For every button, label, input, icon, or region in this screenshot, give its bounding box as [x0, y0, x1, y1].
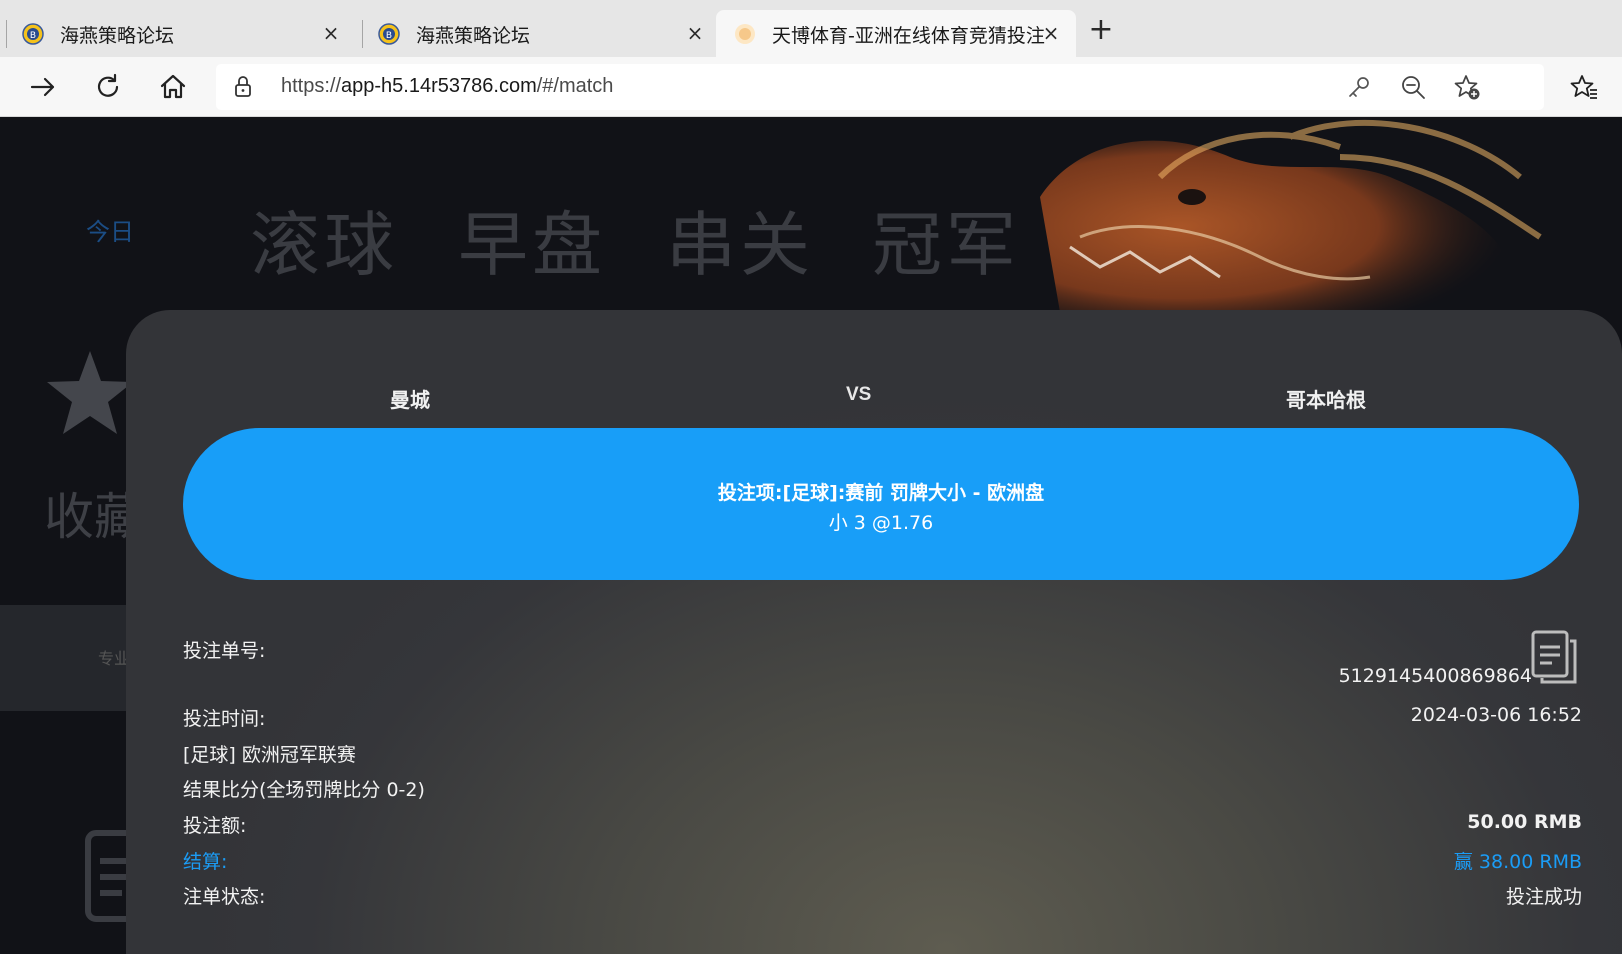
- url-path: /#/match: [536, 75, 614, 97]
- svg-text:B: B: [30, 31, 36, 41]
- url-prefix: https://: [281, 75, 342, 97]
- dragon-banner-image: [1040, 119, 1542, 312]
- bet-status-label: 注单状态:: [183, 886, 266, 908]
- away-team: 哥本哈根: [1286, 388, 1366, 412]
- order-no-label: 投注单号:: [183, 640, 266, 662]
- tab-title: 天博体育-亚洲在线体育竞猜投注: [772, 25, 1045, 47]
- bet-time-label: 投注时间:: [183, 708, 266, 730]
- site-favicon-icon: B: [22, 23, 44, 45]
- vs-label: VS: [846, 384, 872, 405]
- bet-detail-modal: 曼城 VS 哥本哈根 投注项:[足球]:赛前 罚牌大小 - 欧洲盘 小 3 @1…: [126, 310, 1622, 954]
- nav-tab-live[interactable]: 滚球: [250, 189, 398, 290]
- zoom-out-icon[interactable]: [1398, 72, 1428, 102]
- lock-icon[interactable]: [228, 72, 258, 102]
- browser-toolbar: https://app-h5.14r53786.com/#/match: [0, 57, 1622, 117]
- forward-icon[interactable]: [27, 71, 59, 103]
- site-favicon-icon: [735, 24, 755, 44]
- browser-tab-2[interactable]: B 海燕策略论坛 ×: [356, 10, 712, 57]
- refresh-icon[interactable]: [92, 71, 124, 103]
- nav-tab-champion[interactable]: 冠军: [872, 189, 1020, 290]
- selection-box: 投注项:[足球]:赛前 罚牌大小 - 欧洲盘 小 3 @1.76: [183, 428, 1579, 580]
- settlement-value: 赢 38.00 RMB: [1453, 851, 1582, 873]
- selection-odds: 小 3 @1.76: [828, 512, 934, 534]
- favorites-star-icon[interactable]: [42, 345, 138, 441]
- tab-title: 海燕策略论坛: [60, 25, 175, 47]
- selection-title: 投注项:[足球]:赛前 罚牌大小 - 欧洲盘: [717, 482, 1045, 504]
- key-icon[interactable]: [1344, 72, 1374, 102]
- bet-amount-value: 50.00 RMB: [1467, 811, 1582, 833]
- url-text[interactable]: https://app-h5.14r53786.com/#/match: [281, 75, 613, 98]
- home-team: 曼城: [390, 388, 430, 412]
- tab-close-icon[interactable]: ×: [320, 22, 342, 44]
- add-favorite-icon[interactable]: [1452, 72, 1482, 102]
- tab-strip: B 海燕策略论坛 × B 海燕策略论坛 × 天博体育-亚洲在线体育竞猜投注 × …: [0, 0, 1622, 57]
- tab-separator: [362, 20, 363, 48]
- order-no-value: 5129145400869864: [1338, 665, 1532, 687]
- copy-icon[interactable]: [1530, 629, 1578, 685]
- tab-separator: [6, 20, 7, 48]
- tab-close-icon[interactable]: ×: [684, 22, 706, 44]
- bet-status-value: 投注成功: [1505, 886, 1582, 908]
- home-icon[interactable]: [157, 71, 189, 103]
- site-favicon-icon: B: [378, 23, 400, 45]
- tab-close-icon[interactable]: ×: [1040, 22, 1062, 44]
- address-bar[interactable]: https://app-h5.14r53786.com/#/match: [216, 64, 1544, 110]
- favorites-icon[interactable]: [1568, 71, 1600, 103]
- nav-tab-early[interactable]: 早盘: [458, 189, 606, 290]
- nav-tab-parlay[interactable]: 串关: [666, 189, 814, 290]
- url-host: app-h5.14r53786.com: [341, 75, 537, 97]
- bet-time-value: 2024-03-06 16:52: [1410, 704, 1582, 726]
- browser-tab-active[interactable]: 天博体育-亚洲在线体育竞猜投注 ×: [716, 10, 1076, 57]
- bet-amount-label: 投注额:: [183, 815, 247, 837]
- nav-today[interactable]: 今日: [86, 212, 134, 247]
- svg-text:B: B: [386, 31, 392, 41]
- league-name: [足球] 欧洲冠军联赛: [183, 744, 356, 766]
- result-score: 结果比分(全场罚牌比分 0-2): [183, 779, 425, 801]
- tab-title: 海燕策略论坛: [416, 25, 531, 47]
- new-tab-icon[interactable]: +: [1088, 15, 1114, 45]
- settlement-label: 结算:: [183, 851, 228, 873]
- browser-tab-1[interactable]: B 海燕策略论坛 ×: [0, 10, 356, 57]
